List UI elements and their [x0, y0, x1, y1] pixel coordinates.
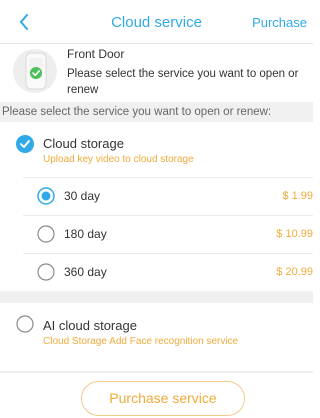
selection-prompt: Please select the service you want to op… [0, 102, 313, 122]
section-divider [0, 291, 313, 303]
plan-option-360-day[interactable]: 360 day $ 20.99 [23, 253, 313, 289]
plan-label: 30 day [64, 189, 101, 203]
plan-option-30-day[interactable]: 30 day $ 1.99 [23, 177, 313, 213]
radio-selected-icon[interactable] [37, 187, 55, 205]
plan-label: 360 day [64, 265, 107, 279]
purchase-link[interactable]: Purchase [252, 15, 307, 30]
ai-cloud-storage-subtitle: Cloud Storage Add Face recognition servi… [43, 336, 239, 347]
plan-option-180-day[interactable]: 180 day $ 10.99 [23, 215, 313, 251]
plan-price: $ 20.99 [276, 266, 313, 278]
radio-empty-icon[interactable] [37, 263, 55, 281]
device-message: Please select the service you want to op… [67, 68, 299, 96]
back-button[interactable] [14, 10, 34, 34]
bottom-bar: Purchase service [0, 373, 313, 418]
cloud-storage-section[interactable]: Cloud storage Upload key video to cloud … [0, 125, 313, 171]
plan-label: 180 day [64, 227, 107, 241]
purchase-service-button[interactable]: Purchase service [81, 381, 245, 416]
cloud-storage-title: Cloud storage [43, 136, 124, 151]
chevron-left-icon [20, 14, 28, 30]
checkbox-checked-icon[interactable] [16, 135, 34, 153]
cloud-storage-subtitle: Upload key video to cloud storage [43, 154, 194, 165]
ai-cloud-storage-section[interactable]: AI cloud storage Cloud Storage Add Face … [0, 303, 313, 371]
radio-empty-icon[interactable] [37, 225, 55, 243]
header-bar: Cloud service Purchase [0, 0, 313, 44]
device-info: Front Door Please select the service you… [0, 44, 313, 100]
ai-cloud-storage-title: AI cloud storage [43, 318, 137, 333]
camera-device-icon [12, 48, 58, 94]
plan-price: $ 10.99 [276, 228, 313, 240]
plan-price: $ 1.99 [282, 190, 313, 202]
radio-empty-icon[interactable] [16, 315, 34, 333]
device-name: Front Door [67, 47, 125, 61]
